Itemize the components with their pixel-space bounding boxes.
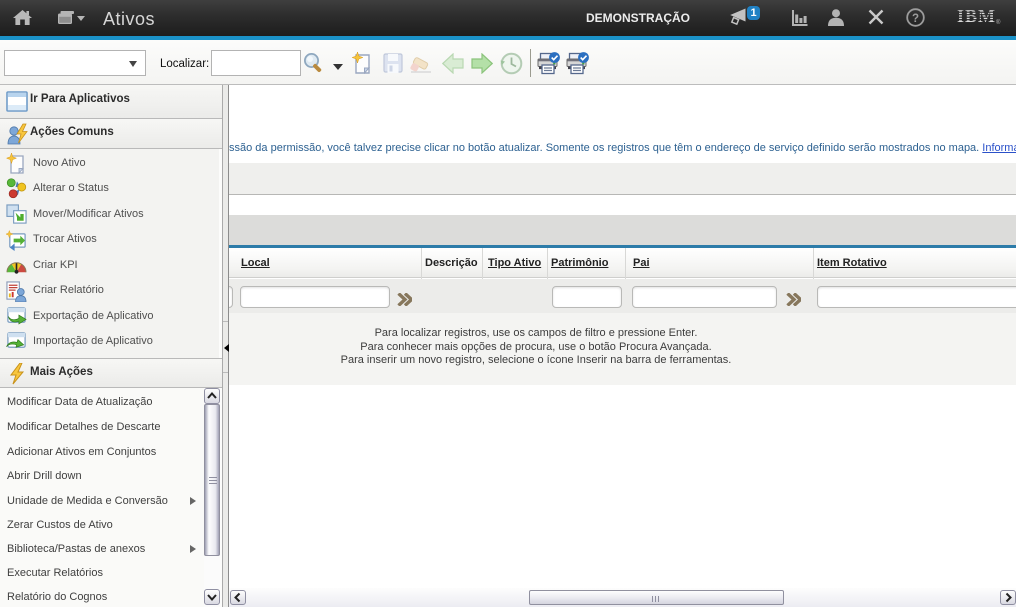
svg-text:?: ? bbox=[912, 13, 919, 25]
svg-text:IBM: IBM bbox=[957, 6, 996, 25]
svg-text:®: ® bbox=[996, 19, 1001, 25]
